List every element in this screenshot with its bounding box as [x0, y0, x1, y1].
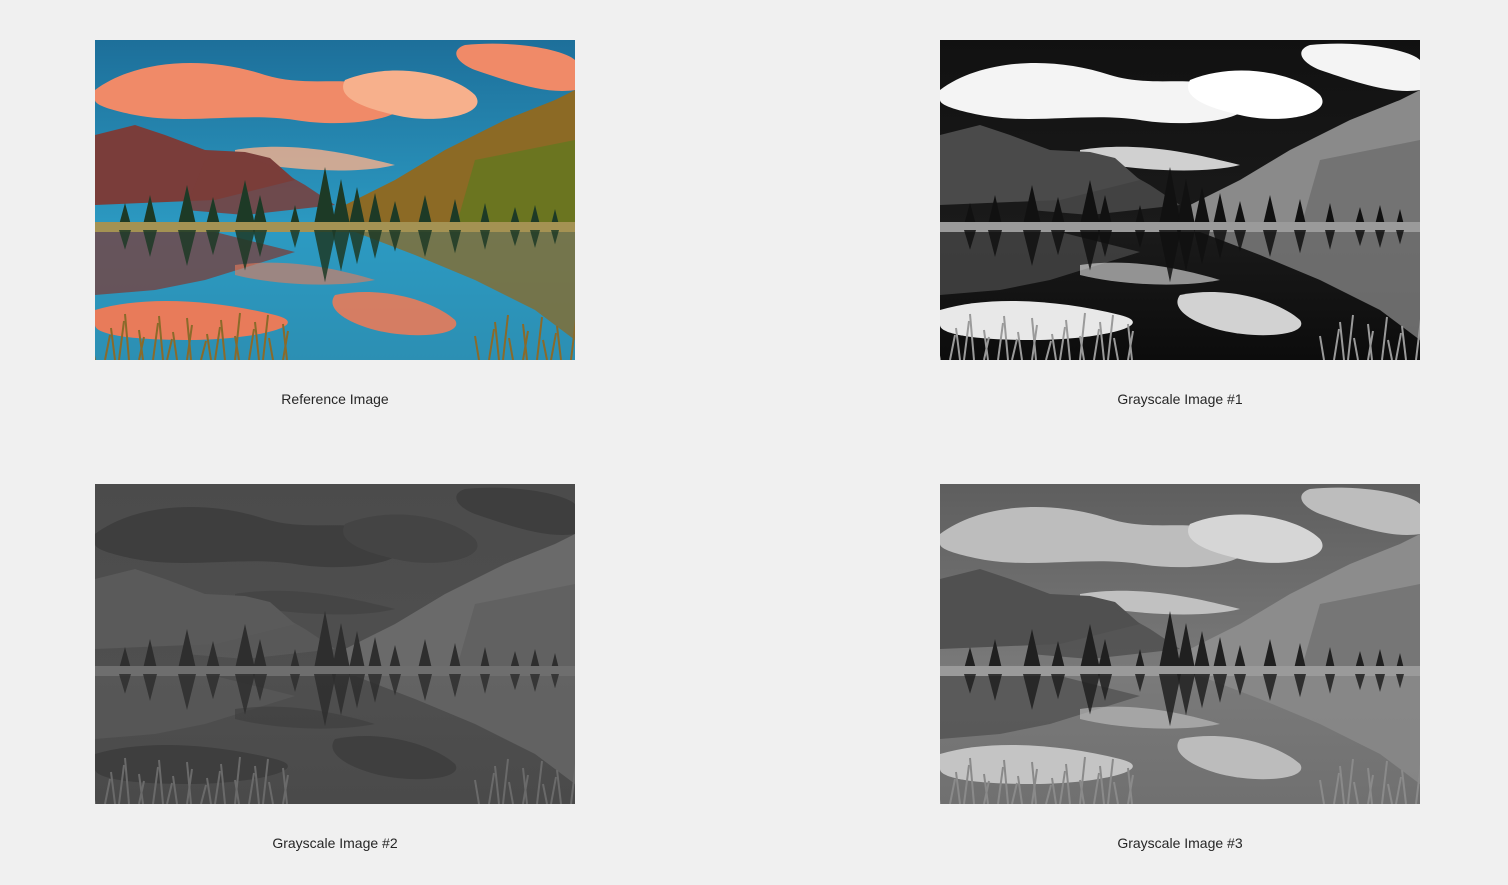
- reference-image-caption: Reference Image: [281, 391, 389, 407]
- landscape-photo: [940, 484, 1420, 804]
- grayscale-image-2-caption: Grayscale Image #2: [272, 835, 398, 851]
- landscape-photo: [95, 40, 575, 360]
- figure-window: Reference Image Grayscale Image #1 Grays…: [0, 0, 1508, 885]
- grayscale-image-3-caption: Grayscale Image #3: [1117, 835, 1243, 851]
- grayscale-image-2-axes: [95, 484, 575, 804]
- grayscale-image-1-caption: Grayscale Image #1: [1117, 391, 1243, 407]
- grayscale-image-1-axes: [940, 40, 1420, 360]
- landscape-photo: [95, 484, 575, 804]
- grayscale-image-3-axes: [940, 484, 1420, 804]
- reference-image-axes: [95, 40, 575, 360]
- landscape-photo: [940, 40, 1420, 360]
